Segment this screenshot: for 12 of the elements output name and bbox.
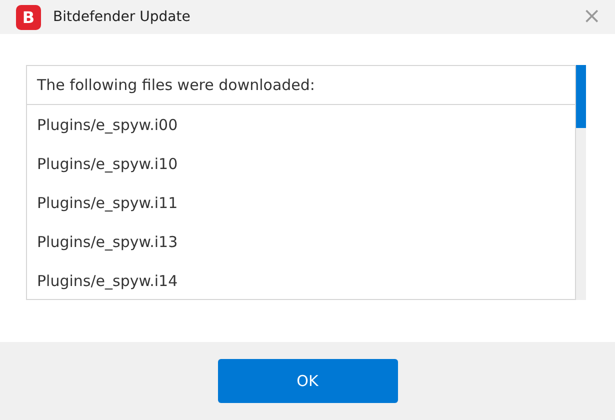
file-item: Plugins/e_spyw.i10	[36, 154, 179, 174]
app-logo: B	[16, 4, 41, 30]
window-title: Bitdefender Update	[53, 9, 192, 25]
file-item: Plugins/e_spyw.i00	[36, 114, 179, 136]
scrollbar-thumb[interactable]	[576, 65, 586, 128]
list-header: The following files were downloaded:	[27, 66, 575, 105]
file-item: Plugins/e_spyw.i11	[36, 192, 179, 214]
file-item: Plugins/e_spyw.i13	[36, 232, 179, 252]
scrollbar[interactable]	[576, 65, 586, 300]
ok-button[interactable]: OK	[218, 359, 398, 403]
file-item: Plugins/e_spyw.i14	[36, 270, 179, 292]
close-button[interactable]: ×	[578, 6, 605, 28]
